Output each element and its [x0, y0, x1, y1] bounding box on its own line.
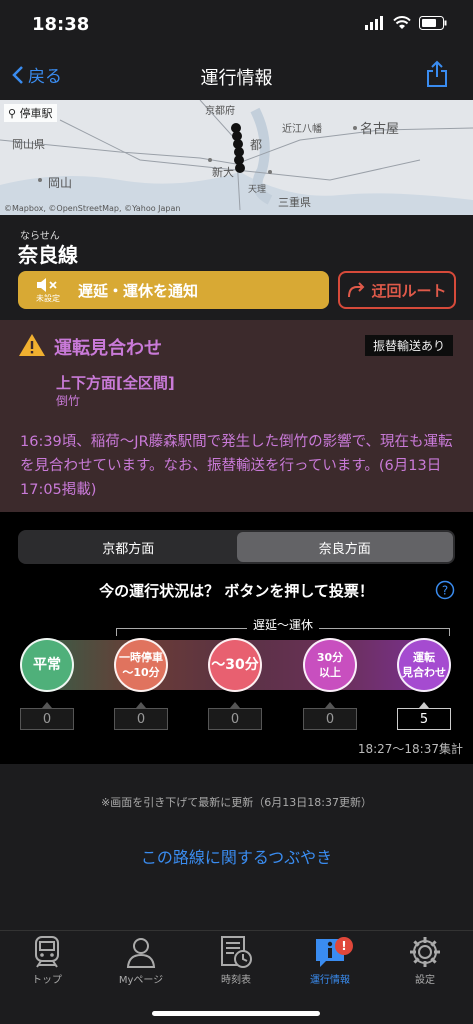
notification-badge: ! — [335, 937, 353, 955]
detour-route-button[interactable]: 迂回ルート — [338, 271, 456, 309]
status-bar: 18:38 — [0, 0, 473, 50]
map-place: 京都府 — [205, 106, 235, 117]
vote-option-button[interactable]: 運転 見合わせ — [397, 638, 451, 692]
vote-option-label: 30分 以上 — [316, 651, 344, 679]
map-place: 近江八幡 — [282, 124, 322, 135]
range-label: 遅延〜運休 — [0, 616, 473, 633]
tab-label: 設定 — [415, 975, 435, 986]
line-header: ならせん 奈良線 未設定 遅延・運休を通知 迂回ルート — [0, 215, 473, 320]
detour-label: 迂回ルート — [371, 281, 447, 300]
warning-icon — [19, 334, 45, 356]
tweets-link[interactable]: この路線に関するつぶやき — [0, 844, 473, 868]
home-indicator — [152, 1011, 320, 1016]
notify-button[interactable]: 未設定 遅延・運休を通知 — [18, 271, 329, 309]
gear-icon — [410, 937, 440, 967]
tab-bar: トップ Myページ 時刻表 ! 運行情報 設定 — [0, 930, 473, 1024]
vote-count: 0 — [208, 708, 262, 730]
tab-nara-direction[interactable]: 奈良方面 — [236, 532, 453, 562]
svg-text:?: ? — [442, 584, 448, 598]
vote-option-button[interactable]: 一時停車 〜10分 — [114, 638, 168, 692]
vote-count: 0 — [20, 708, 74, 730]
notify-label: 遅延・運休を通知 — [78, 281, 199, 300]
map-place: 岡山県 — [12, 138, 45, 151]
status-time: 18:38 — [32, 14, 90, 35]
pin-icon: ⚲ — [8, 107, 17, 120]
tab-settings[interactable]: 設定 — [378, 935, 472, 991]
vote-period: 18:27〜18:37集計 — [357, 742, 463, 756]
vote-question: 今の運行状況は？ ボタンを押して投票！ — [99, 582, 374, 600]
timetable-icon — [221, 936, 252, 968]
station-legend-label: 停車駅 — [19, 107, 53, 120]
vote-count: 0 — [114, 708, 168, 730]
battery-icon — [419, 16, 447, 30]
vote-panel: 京都方面 奈良方面 今の運行状況は？ ボタンを押して投票！ ? 遅延〜運休 平常… — [0, 512, 473, 764]
vote-option-label: 〜30分 — [211, 656, 259, 673]
train-icon — [35, 936, 59, 968]
alert-title: 運転見合わせ — [54, 338, 162, 359]
alert-panel: 運転見合わせ 振替輸送あり 上下方面[全区間] 倒竹 16:39頃、稲荷〜JR藤… — [0, 320, 473, 512]
tab-label: Myページ — [118, 975, 164, 986]
tab-service-info[interactable]: ! 運行情報 — [283, 935, 377, 991]
page-title: 運行情報 — [200, 68, 273, 89]
map-place: 都 — [250, 138, 263, 152]
share-icon — [427, 60, 447, 87]
vote-option-button[interactable]: 30分 以上 — [303, 638, 357, 692]
footer-area: ※画面を引き下げて最新に更新（6月13日18:37更新） この路線に関するつぶや… — [0, 764, 473, 930]
line-name: 奈良線 — [18, 243, 78, 267]
tab-kyoto-direction[interactable]: 京都方面 — [20, 532, 237, 562]
alert-body: 16:39頃、稲荷〜JR藤森駅間で発生した倒竹の影響で、現在も運転を見合わせてい… — [20, 434, 453, 498]
refresh-note: ※画面を引き下げて最新に更新（6月13日18:37更新） — [101, 796, 372, 809]
help-icon[interactable]: ? — [435, 580, 455, 600]
map-place: 新大 — [212, 166, 234, 179]
notify-status-label: 未設定 — [36, 293, 60, 303]
route-map[interactable]: ⚲ 停車駅 京都府 都 近江八幡 名古屋 岡山県 新大 天理 三重県 岡山 ©M… — [0, 100, 473, 215]
range-label-text: 遅延〜運休 — [246, 618, 319, 632]
vote-count: 0 — [303, 708, 357, 730]
tab-label: トップ — [32, 975, 62, 986]
map-place: 岡山 — [48, 176, 73, 190]
map-place: 三重県 — [278, 196, 311, 209]
wifi-icon — [393, 16, 411, 29]
person-icon — [126, 938, 156, 968]
vote-option-button[interactable]: 〜30分 — [208, 638, 262, 692]
vote-option-label: 平常 — [33, 656, 61, 673]
alert-section: 上下方面[全区間] — [56, 374, 175, 392]
direction-segmented-control: 京都方面 奈良方面 — [18, 530, 455, 564]
tab-mypage[interactable]: Myページ — [94, 935, 188, 991]
tab-label: 運行情報 — [310, 975, 350, 986]
nav-bar: 戻る 運行情報 — [0, 50, 473, 100]
tab-top[interactable]: トップ — [0, 935, 94, 991]
share-button[interactable] — [425, 60, 449, 92]
vote-option-label: 運転 見合わせ — [402, 651, 446, 679]
detour-arrow-icon — [348, 282, 365, 298]
vote-count: 5 — [397, 708, 451, 730]
notify-status: 未設定 — [18, 271, 78, 309]
map-credit: ©Mapbox, ©OpenStreetMap, ©Yahoo Japan — [4, 204, 181, 213]
status-icons — [365, 16, 447, 30]
vote-option-button[interactable]: 平常 — [20, 638, 74, 692]
alert-cause: 倒竹 — [56, 394, 81, 408]
map-graphic — [0, 100, 473, 215]
speaker-mute-icon — [37, 277, 57, 292]
vote-option-label: 一時停車 〜10分 — [119, 651, 163, 679]
station-legend: ⚲ 停車駅 — [4, 104, 57, 122]
alt-transport-badge: 振替輸送あり — [364, 335, 453, 356]
map-place: 名古屋 — [360, 122, 400, 137]
signal-icon — [365, 16, 383, 30]
tab-timetable[interactable]: 時刻表 — [189, 935, 283, 991]
map-place: 天理 — [248, 185, 267, 195]
tab-label: 時刻表 — [221, 975, 251, 986]
